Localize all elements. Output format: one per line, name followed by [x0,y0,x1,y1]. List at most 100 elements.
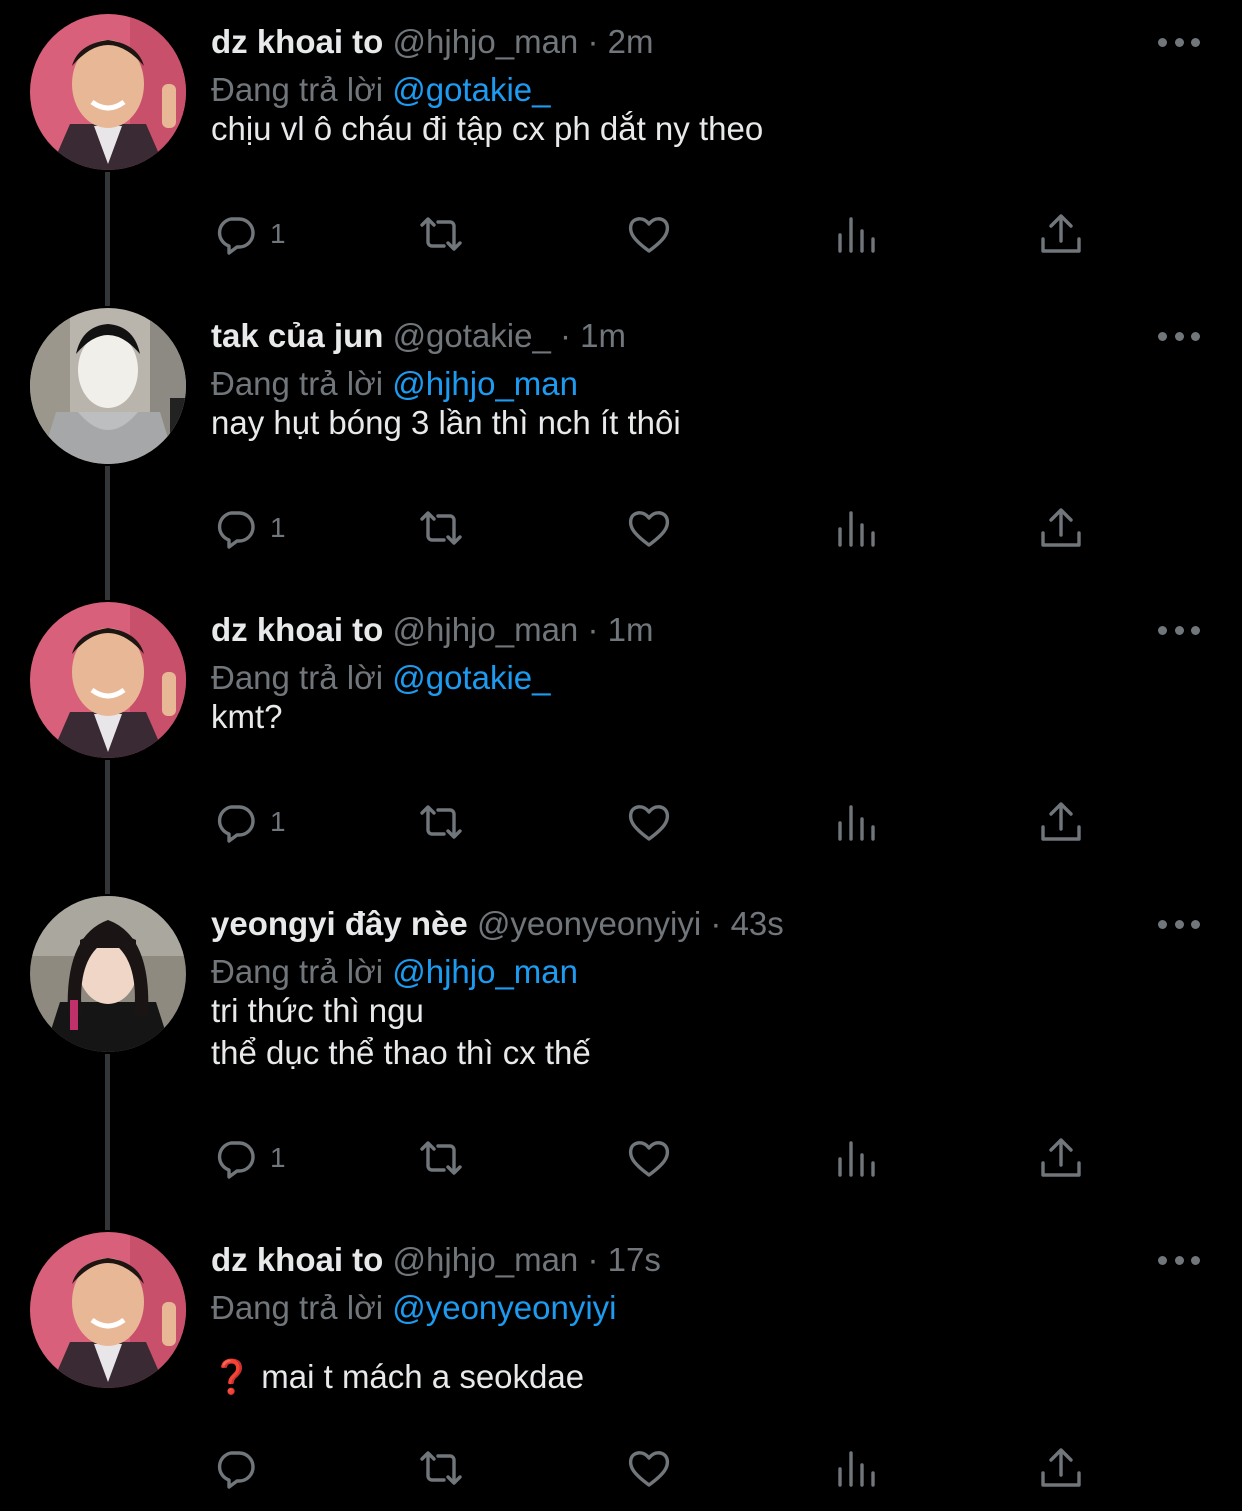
tweet-text: nay hụt bóng 3 lần thì nch ít thôi [211,404,681,441]
share-button[interactable] [1038,1128,1084,1188]
views-button[interactable] [834,498,880,558]
avatar[interactable] [30,896,186,1052]
like-button[interactable] [626,792,672,852]
reply-icon [217,511,255,549]
reply-count: 1 [270,218,286,249]
display-name[interactable]: dz khoai to [211,611,383,648]
timestamp[interactable]: 1m [608,611,654,648]
more-icon[interactable] [1158,322,1200,350]
tweet-text: ❓ mai t mách a seokdae [211,1356,584,1398]
retweet-button[interactable] [418,498,464,558]
like-icon [628,805,670,841]
views-button[interactable] [834,1128,880,1188]
avatar[interactable] [30,1232,186,1388]
timestamp[interactable]: 2m [608,23,654,60]
like-icon [628,511,670,547]
like-button[interactable] [626,1438,672,1498]
reply-button[interactable]: 1 [212,204,286,264]
tweet-text: chịu vl ô cháu đi tập cx ph dắt ny theo [211,110,764,147]
reply-button[interactable] [212,1438,270,1498]
mention-link[interactable]: @yeonyeonyiyi [392,1289,616,1326]
reply-button[interactable]: 1 [212,1128,286,1188]
share-button[interactable] [1038,204,1084,264]
retweet-icon [420,217,462,251]
views-icon [838,1141,875,1177]
avatar[interactable] [30,308,186,464]
reply-prefix: Đang trả lời [211,71,384,108]
tweet-header: dz khoai to @hjhjo_man · 17s [211,1238,661,1282]
more-icon[interactable] [1158,28,1200,56]
more-icon[interactable] [1158,910,1200,938]
reply-count: 1 [270,512,286,543]
tweet-header: dz khoai to @hjhjo_man · 2m [211,20,653,64]
timestamp[interactable]: 17s [608,1241,661,1278]
user-handle[interactable]: @hjhjo_man [393,611,579,648]
reply-button[interactable]: 1 [212,498,286,558]
user-handle[interactable]: @yeonyeonyiyi [477,905,701,942]
display-name[interactable]: dz khoai to [211,1241,383,1278]
retweet-button[interactable] [418,792,464,852]
tweet-actions: 1 [0,498,1242,558]
more-icon[interactable] [1158,1246,1200,1274]
tweet-actions: 1 [0,204,1242,264]
reply-context: Đang trả lời @hjhjo_man [211,950,578,994]
reply-icon [217,1451,255,1489]
reply-count: 1 [270,806,286,837]
share-icon [1041,508,1081,547]
retweet-button[interactable] [418,204,464,264]
like-button[interactable] [626,1128,672,1188]
views-icon [838,217,875,253]
user-handle[interactable]: @hjhjo_man [393,1241,579,1278]
views-button[interactable] [834,204,880,264]
like-button[interactable] [626,498,672,558]
tweet-text-content: mai t mách a seokdae [252,1358,585,1395]
mention-link[interactable]: @hjhjo_man [392,365,578,402]
separator-dot: · [587,1241,599,1278]
retweet-button[interactable] [418,1128,464,1188]
reply-context: Đang trả lời @hjhjo_man [211,362,578,406]
reply-prefix: Đang trả lời [211,1289,384,1326]
views-button[interactable] [834,792,880,852]
mention-link[interactable]: @gotakie_ [392,659,550,696]
share-button[interactable] [1038,498,1084,558]
more-icon[interactable] [1158,616,1200,644]
views-icon [838,511,875,547]
avatar[interactable] [30,14,186,170]
tweet-actions: 1 [0,1128,1242,1188]
display-name[interactable]: tak của jun [211,317,383,354]
retweet-icon [420,1451,462,1485]
separator-dot: · [587,611,599,648]
like-icon [628,217,670,253]
retweet-icon [420,805,462,839]
share-icon [1041,1138,1081,1177]
retweet-button[interactable] [418,1438,464,1498]
tweet-header: dz khoai to @hjhjo_man · 1m [211,608,653,652]
share-icon [1041,214,1081,253]
user-handle[interactable]: @gotakie_ [393,317,551,354]
separator-dot: · [560,317,571,354]
reply-context: Đang trả lời @gotakie_ [211,656,550,700]
separator-dot: · [587,23,599,60]
tweet-text: tri thức thì ngu thể dục thể thao thì cx… [211,992,591,1071]
like-button[interactable] [626,204,672,264]
views-button[interactable] [834,1438,880,1498]
display-name[interactable]: yeongyi đây nèe [211,905,468,942]
reply-icon [217,805,255,843]
tweet-header: tak của jun @gotakie_ · 1m [211,314,626,358]
separator-dot: · [710,905,722,942]
tweet-text: kmt? [211,698,283,735]
question-mark-emoji: ❓ [211,1358,253,1395]
like-icon [628,1451,670,1487]
mention-link[interactable]: @hjhjo_man [392,953,578,990]
share-button[interactable] [1038,792,1084,852]
mention-link[interactable]: @gotakie_ [392,71,550,108]
like-icon [628,1141,670,1177]
display-name[interactable]: dz khoai to [211,23,383,60]
views-icon [838,1451,875,1487]
reply-button[interactable]: 1 [212,792,286,852]
share-button[interactable] [1038,1438,1084,1498]
timestamp[interactable]: 1m [580,317,626,354]
timestamp[interactable]: 43s [731,905,784,942]
avatar[interactable] [30,602,186,758]
user-handle[interactable]: @hjhjo_man [393,23,579,60]
